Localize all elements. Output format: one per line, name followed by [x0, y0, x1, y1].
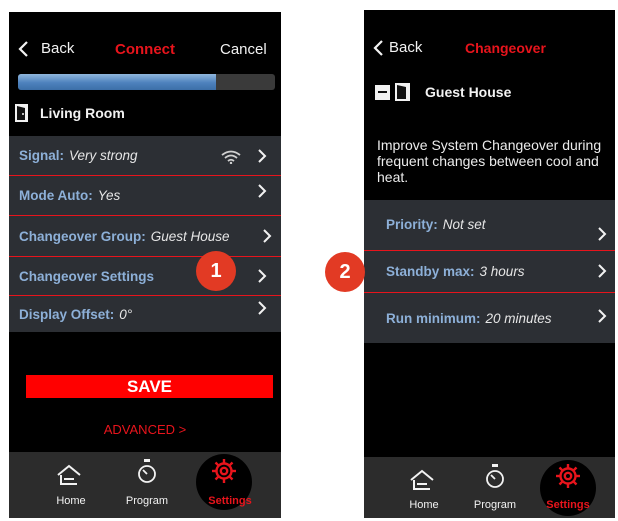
- tab-bar: Home Program Settings: [364, 457, 615, 518]
- step-badge-1: 1: [196, 251, 236, 291]
- page-title: Changeover: [465, 40, 546, 56]
- tab-home[interactable]: Home: [36, 452, 106, 518]
- tab-label: Program: [125, 495, 169, 507]
- room-name: Guest House: [425, 84, 512, 100]
- progress-fill: [18, 74, 216, 90]
- menu-item-label: Signal:: [19, 148, 65, 163]
- menu-item-display-offset[interactable]: Display Offset: 0°: [9, 297, 281, 332]
- menu-item-label: Changeover Group:: [19, 228, 146, 244]
- settings-menu: Signal: Very strong Mode Auto: Yes Chang…: [9, 136, 281, 332]
- chevron-right-icon: [258, 301, 267, 315]
- menu-item-changeover-settings[interactable]: Changeover Settings: [9, 258, 281, 294]
- home-icon: [57, 464, 81, 485]
- separator: [9, 175, 281, 176]
- menu-item-standby-max[interactable]: Standby max: 3 hours: [364, 251, 615, 291]
- connection-progress-bar: [18, 74, 275, 90]
- chevron-right-icon: [263, 229, 272, 243]
- menu-item-label: Priority:: [386, 217, 438, 232]
- back-label: Back: [41, 40, 75, 57]
- tab-bar: Home Program Settings: [9, 452, 281, 518]
- menu-item-label: Display Offset:: [19, 307, 115, 322]
- menu-item-label: Run minimum:: [386, 310, 481, 326]
- save-button[interactable]: SAVE: [26, 375, 273, 398]
- tab-label: Home: [56, 495, 86, 507]
- top-bar: Back Connect Cancel: [9, 12, 281, 82]
- chevron-right-icon: [258, 184, 267, 198]
- gear-icon: [556, 464, 580, 488]
- step-badge-2: 2: [325, 252, 365, 292]
- menu-item-label: Standby max:: [386, 263, 475, 279]
- top-bar: Back Changeover: [364, 10, 615, 80]
- tab-settings[interactable]: Settings: [195, 452, 265, 518]
- menu-item-label: Changeover Settings: [19, 268, 155, 284]
- menu-item-value: 3 hours: [479, 263, 525, 279]
- menu-item-value: 20 minutes: [485, 310, 552, 326]
- connect-screen: Back Connect Cancel Living Room Signal: …: [9, 12, 281, 518]
- double-door-icon: [375, 83, 410, 101]
- cancel-button[interactable]: Cancel: [220, 41, 267, 58]
- tab-label: Home: [409, 499, 439, 511]
- wifi-icon: [221, 150, 241, 164]
- tab-program[interactable]: Program: [460, 457, 530, 518]
- separator: [9, 256, 281, 257]
- menu-item-changeover-group[interactable]: Changeover Group: Guest House: [9, 217, 281, 255]
- timer-icon: [138, 459, 156, 483]
- gear-icon: [212, 459, 236, 483]
- chevron-right-icon: [598, 227, 607, 241]
- page-title: Connect: [115, 41, 175, 58]
- menu-item-value: Very strong: [69, 148, 138, 163]
- menu-item-signal[interactable]: Signal: Very strong: [9, 136, 281, 175]
- tab-program[interactable]: Program: [112, 452, 182, 518]
- changeover-screen: Back Changeover Guest House Improve Syst…: [364, 10, 615, 518]
- menu-item-priority[interactable]: Priority: Not set: [364, 200, 615, 249]
- tab-label: Program: [473, 499, 517, 511]
- chevron-left-icon: [373, 39, 383, 56]
- advanced-link[interactable]: ADVANCED >: [9, 422, 281, 437]
- tab-settings[interactable]: Settings: [533, 457, 603, 518]
- chevron-right-icon: [258, 269, 267, 283]
- menu-item-value: Guest House: [150, 228, 230, 244]
- door-icon: [15, 104, 28, 122]
- room-header: Living Room: [15, 104, 125, 122]
- separator: [9, 215, 281, 216]
- room-name: Living Room: [40, 105, 125, 121]
- menu-item-run-minimum[interactable]: Run minimum: 20 minutes: [364, 293, 615, 343]
- back-label: Back: [389, 39, 423, 56]
- chevron-right-icon: [258, 148, 267, 163]
- changeover-menu: Priority: Not set Standby max: 3 hours R…: [364, 200, 615, 343]
- chevron-right-icon: [598, 264, 607, 278]
- home-icon: [410, 469, 434, 490]
- menu-item-mode-auto[interactable]: Mode Auto: Yes: [9, 177, 281, 213]
- tab-label: Settings: [208, 495, 252, 507]
- back-button[interactable]: Back: [17, 40, 74, 57]
- chevron-right-icon: [598, 309, 607, 323]
- description-text: Improve System Changeover during frequen…: [377, 137, 602, 185]
- menu-item-label: Mode Auto:: [19, 187, 93, 203]
- menu-item-value: 0°: [119, 307, 133, 322]
- timer-icon: [486, 464, 504, 488]
- menu-item-value: Not set: [442, 217, 486, 232]
- separator: [9, 295, 281, 296]
- tab-label: Settings: [546, 499, 590, 511]
- room-header: Guest House: [375, 82, 511, 102]
- menu-item-value: Yes: [97, 187, 121, 203]
- chevron-left-icon: [18, 40, 28, 57]
- back-button[interactable]: Back: [372, 39, 422, 56]
- tab-home[interactable]: Home: [389, 457, 459, 518]
